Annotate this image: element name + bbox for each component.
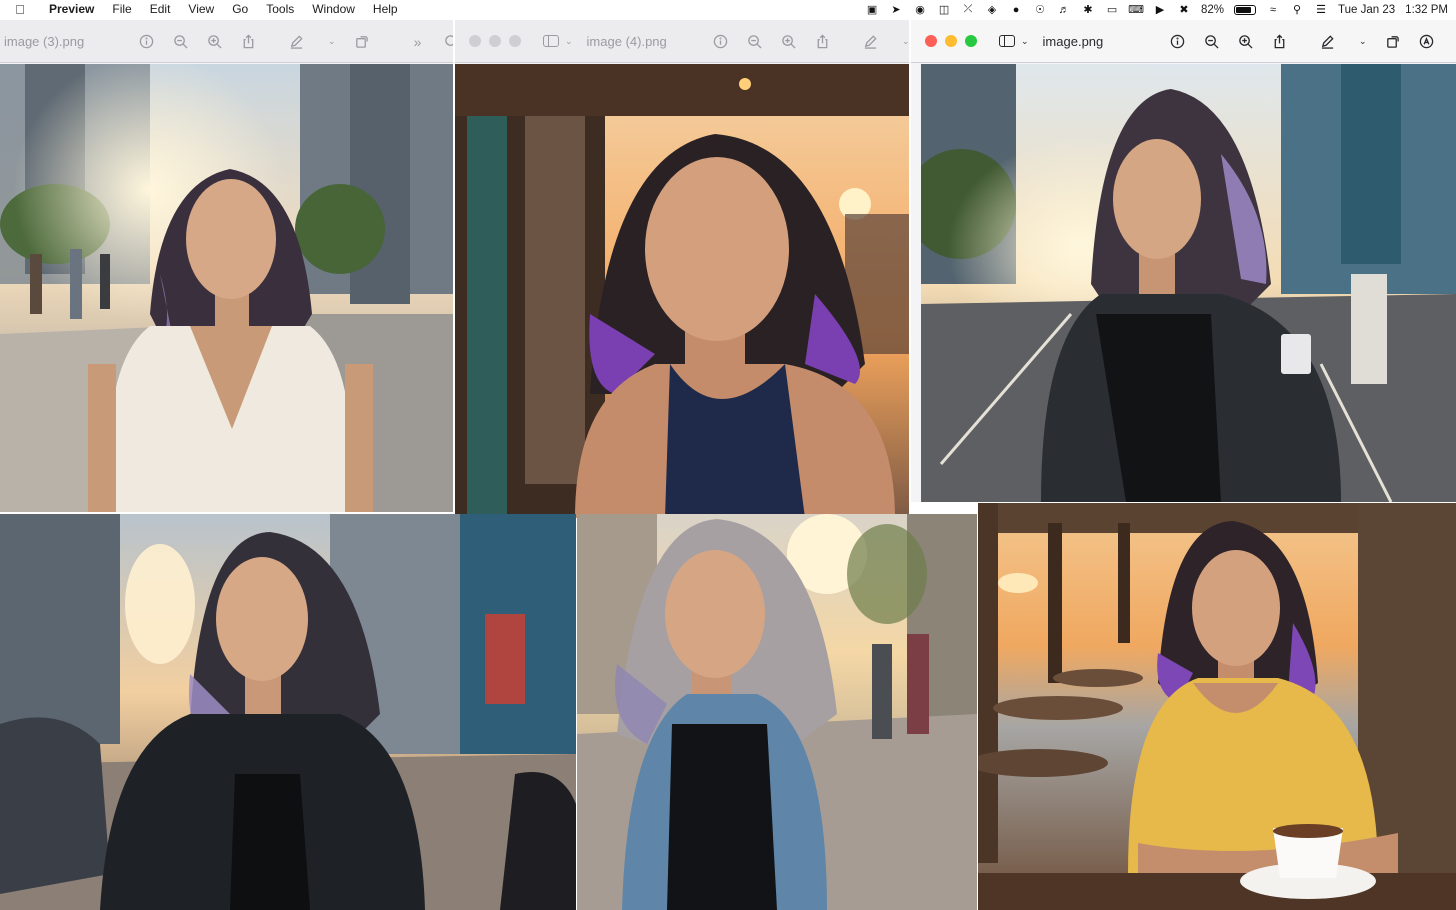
window-titlebar[interactable]: image (3).png ⌄ » <box>0 20 453 63</box>
photo-6 <box>978 503 1456 910</box>
rotate-icon[interactable] <box>354 34 370 50</box>
sidebar-menu-chevron-icon[interactable]: ⌄ <box>565 36 573 47</box>
window-toolbar: ⌄ » <box>138 20 453 63</box>
rotate-icon[interactable] <box>1385 34 1401 50</box>
zoom-in-icon[interactable] <box>206 34 222 50</box>
window-toolbar: ⌄ <box>712 20 909 63</box>
menu-bar:  Preview File Edit View Go Tools Window… <box>0 0 1456 19</box>
bluetooth-icon[interactable]: ✱ <box>1081 4 1095 16</box>
window-titlebar[interactable]: ⌄ image (4).png ⌄ <box>455 20 909 63</box>
zoom-button[interactable] <box>509 35 521 47</box>
tools-icon[interactable]: ✖ <box>1177 4 1191 16</box>
share-icon[interactable] <box>814 34 830 50</box>
sidebar-toggle-icon[interactable] <box>543 35 559 47</box>
menu-view[interactable]: View <box>179 0 223 19</box>
menu-time: 1:32 PM <box>1405 3 1448 16</box>
minimize-button[interactable] <box>489 35 501 47</box>
preview-window-image-4[interactable]: ⌄ image (4).png ⌄ <box>455 20 909 518</box>
preview-window-image-3[interactable]: image (3).png ⌄ » <box>0 20 453 512</box>
window-controls <box>469 35 521 47</box>
menu-file[interactable]: File <box>103 0 140 19</box>
battery-icon[interactable] <box>1234 4 1257 15</box>
photo-3 <box>921 64 1456 502</box>
window-title: image (3).png <box>4 33 85 49</box>
sidebar-menu-chevron-icon[interactable]: ⌄ <box>1021 36 1029 47</box>
control-center-icon[interactable]: ☰ <box>1314 4 1328 16</box>
status-area: ▣ ➤ ◉ ◫ ⤫ ◈ ● ☉ ♬ ✱ ▭ ⌨ ▶ ✖ 82% ≈ ⚲ ☰ Tu… <box>865 0 1448 19</box>
zoom-in-icon[interactable] <box>780 34 796 50</box>
share-icon[interactable] <box>240 34 256 50</box>
more-chevrons-icon[interactable]: » <box>410 34 426 50</box>
menu-edit[interactable]: Edit <box>141 0 180 19</box>
window-controls <box>925 35 977 47</box>
photo-1 <box>0 64 453 512</box>
sidebar-toggle-icon[interactable] <box>999 35 1015 47</box>
photo-4 <box>0 514 576 910</box>
chat-icon[interactable]: ◫ <box>937 4 951 16</box>
share-icon[interactable] <box>1271 34 1287 50</box>
zoom-in-icon[interactable] <box>1237 34 1253 50</box>
spotlight-search-icon[interactable]: ⚲ <box>1290 4 1304 16</box>
markup-pen-icon[interactable] <box>288 34 304 50</box>
markup-pen-icon[interactable] <box>1319 34 1335 50</box>
rocket-icon[interactable]: ➤ <box>889 4 903 16</box>
annotate-icon[interactable] <box>1419 34 1435 50</box>
markup-menu-chevron-icon[interactable]: ⌄ <box>902 36 909 47</box>
layers-icon[interactable]: ◈ <box>985 4 999 16</box>
info-icon[interactable] <box>138 34 154 50</box>
window-title: image (4).png <box>586 33 667 49</box>
markup-menu-chevron-icon[interactable]: ⌄ <box>328 36 336 47</box>
photo-2 <box>455 64 909 518</box>
menu-window[interactable]: Window <box>303 0 364 19</box>
menu-tools[interactable]: Tools <box>257 0 303 19</box>
display-icon[interactable]: ▭ <box>1105 4 1119 16</box>
info-icon[interactable] <box>712 34 728 50</box>
battery-percent: 82% <box>1201 3 1225 16</box>
preview-window-image[interactable]: ⌄ image.png ⌄ » <box>911 20 1456 502</box>
menu-go[interactable]: Go <box>223 0 257 19</box>
minimize-button[interactable] <box>945 35 957 47</box>
expand-icon[interactable]: ⤫ <box>961 3 975 16</box>
app-status-icon[interactable]: ● <box>1009 4 1023 16</box>
wifi-icon[interactable]: ≈ <box>1266 4 1280 16</box>
search-icon[interactable] <box>444 34 453 50</box>
close-button[interactable] <box>469 35 481 47</box>
menu-app-name[interactable]: Preview <box>40 0 103 19</box>
screenshot-icon[interactable]: ▣ <box>865 4 879 16</box>
info-icon[interactable] <box>1169 34 1185 50</box>
window-titlebar[interactable]: ⌄ image.png ⌄ » <box>911 20 1456 63</box>
menu-date: Tue Jan 23 <box>1338 3 1396 16</box>
markup-menu-chevron-icon[interactable]: ⌄ <box>1359 36 1367 47</box>
volume-icon[interactable]: ♬ <box>1057 4 1071 16</box>
apple-menu-icon[interactable]:  <box>0 2 40 17</box>
window-title: image.png <box>1042 33 1104 49</box>
play-icon[interactable]: ▶ <box>1153 4 1167 16</box>
close-button[interactable] <box>925 35 937 47</box>
password-manager-icon[interactable]: ◉ <box>913 4 927 16</box>
photo-5 <box>577 514 977 910</box>
battery-level <box>1236 6 1251 13</box>
zoom-out-icon[interactable] <box>172 34 188 50</box>
zoom-button[interactable] <box>965 35 977 47</box>
markup-pen-icon[interactable] <box>862 34 878 50</box>
window-toolbar: ⌄ » <box>1169 20 1456 63</box>
zoom-out-icon[interactable] <box>746 34 762 50</box>
keyboard-icon[interactable]: ⌨ <box>1128 4 1144 16</box>
menu-help[interactable]: Help <box>364 0 407 19</box>
airdrop-icon[interactable]: ☉ <box>1033 4 1047 16</box>
more-chevrons-icon[interactable]: » <box>1453 34 1456 50</box>
zoom-out-icon[interactable] <box>1203 34 1219 50</box>
